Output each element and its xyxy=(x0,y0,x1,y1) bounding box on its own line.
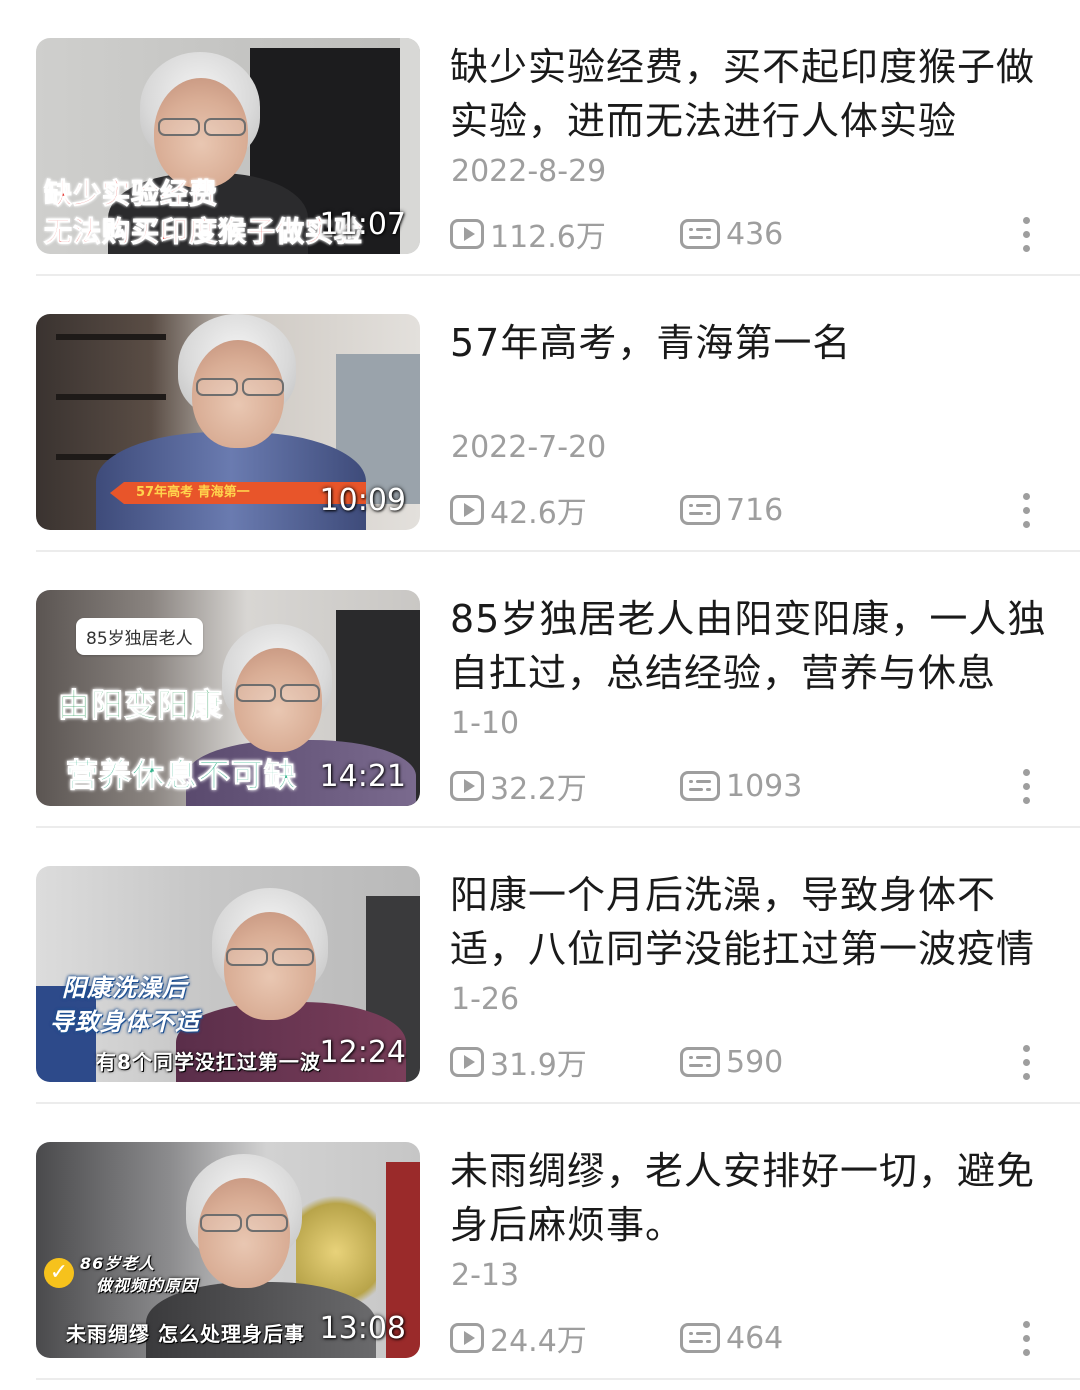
comment-count: 590 xyxy=(680,1040,783,1084)
view-count: 112.6万 xyxy=(450,212,606,256)
danmaku-comment-icon xyxy=(680,771,720,801)
video-title[interactable]: 缺少实验经费，买不起印度猴子做实验，进而无法进行人体实验 xyxy=(450,40,1050,148)
video-stats: 24.4万 464 xyxy=(450,1316,1050,1360)
thumbnail-caption: 阳康洗澡后 xyxy=(62,974,187,1002)
danmaku-comment-icon xyxy=(680,1323,720,1353)
video-title[interactable]: 未雨绸缪，老人安排好一切，避免身后麻烦事。 xyxy=(450,1144,1050,1252)
thumbnail-caption: 由阳变阳康 xyxy=(57,686,224,725)
view-count: 24.4万 xyxy=(450,1316,587,1360)
comment-count: 436 xyxy=(680,212,783,256)
video-duration: 14:21 xyxy=(319,759,406,794)
view-count: 31.9万 xyxy=(450,1040,587,1084)
video-stats: 112.6万 436 xyxy=(450,212,1050,256)
thumbnail-caption: 导致身体不适 xyxy=(50,1008,200,1036)
thumbnail-caption: 做视频的原因 xyxy=(96,1276,199,1295)
video-date: 1-26 xyxy=(451,982,520,1017)
video-thumbnail[interactable]: 85岁独居老人 由阳变阳康 营养休息不可缺 14:21 xyxy=(36,590,420,806)
video-duration: 10:09 xyxy=(319,483,406,518)
danmaku-comment-icon xyxy=(680,1047,720,1077)
comment-count: 464 xyxy=(680,1316,783,1360)
more-vertical-icon[interactable] xyxy=(1014,488,1038,532)
thumbnail-caption: 营养休息不可缺 xyxy=(65,756,298,795)
video-thumbnail[interactable]: 阳康洗澡后 导致身体不适 有8个同学没扛过第一波 12:24 xyxy=(36,866,420,1082)
more-vertical-icon[interactable] xyxy=(1014,212,1038,256)
view-count-value: 112.6万 xyxy=(490,220,606,255)
more-vertical-icon[interactable] xyxy=(1014,764,1038,808)
view-count-value: 42.6万 xyxy=(490,496,587,531)
video-date: 2-13 xyxy=(451,1258,520,1293)
video-duration: 12:24 xyxy=(319,1035,406,1070)
video-date: 2022-8-29 xyxy=(451,154,607,189)
thumbnail-caption: 85岁独居老人 xyxy=(76,618,203,655)
view-count-value: 24.4万 xyxy=(490,1324,587,1359)
video-date: 1-10 xyxy=(451,706,520,741)
danmaku-comment-icon xyxy=(680,495,720,525)
video-duration: 11:07 xyxy=(319,207,406,242)
video-thumbnail[interactable]: ✓ 86岁老人 做视频的原因 未雨绸缪 怎么处理身后事 13:08 xyxy=(36,1142,420,1358)
video-thumbnail[interactable]: 57年高考 青海第一 10:09 xyxy=(36,314,420,530)
comment-count-value: 716 xyxy=(726,492,784,528)
video-duration: 13:08 xyxy=(319,1311,406,1346)
play-count-icon xyxy=(450,219,484,249)
view-count-value: 31.9万 xyxy=(490,1048,587,1083)
comment-count: 716 xyxy=(680,488,783,532)
comment-count: 1093 xyxy=(680,764,802,808)
play-count-icon xyxy=(450,1047,484,1077)
video-thumbnail[interactable]: 缺少实验经费 无法购买印度猴子做实验 11:07 xyxy=(36,38,420,254)
video-stats: 32.2万 1093 xyxy=(450,764,1050,808)
comment-count-value: 436 xyxy=(726,216,784,252)
video-list-item[interactable]: 阳康洗澡后 导致身体不适 有8个同学没扛过第一波 12:24 阳康一个月后洗澡，… xyxy=(0,828,1080,1104)
comment-count-value: 590 xyxy=(726,1044,784,1080)
video-stats: 31.9万 590 xyxy=(450,1040,1050,1084)
video-title[interactable]: 阳康一个月后洗澡，导致身体不适，八位同学没能扛过第一波疫情 xyxy=(450,868,1050,976)
thumbnail-caption: 缺少实验经费 xyxy=(43,177,219,211)
video-title[interactable]: 85岁独居老人由阳变阳康，一人独自扛过，总结经验，营养与休息 xyxy=(450,592,1050,700)
divider xyxy=(36,1378,1080,1380)
view-count-value: 32.2万 xyxy=(490,772,587,807)
video-date: 2022-7-20 xyxy=(451,430,607,465)
thumbnail-caption: 有8个同学没扛过第一波 xyxy=(96,1050,321,1074)
comment-count-value: 1093 xyxy=(726,768,803,804)
play-count-icon xyxy=(450,771,484,801)
video-list-item[interactable]: 57年高考 青海第一 10:09 57年高考，青海第一名 2022-7-20 4… xyxy=(0,276,1080,552)
play-count-icon xyxy=(450,495,484,525)
video-list: 缺少实验经费 无法购买印度猴子做实验 11:07 缺少实验经费，买不起印度猴子做… xyxy=(0,0,1080,1380)
video-stats: 42.6万 716 xyxy=(450,488,1050,532)
comment-count-value: 464 xyxy=(726,1320,784,1356)
thumbnail-caption: 86岁老人 xyxy=(80,1254,156,1273)
view-count: 42.6万 xyxy=(450,488,587,532)
more-vertical-icon[interactable] xyxy=(1014,1040,1038,1084)
thumbnail-caption: 未雨绸缪 怎么处理身后事 xyxy=(66,1322,305,1346)
video-title[interactable]: 57年高考，青海第一名 xyxy=(450,316,1050,370)
video-list-item[interactable]: 85岁独居老人 由阳变阳康 营养休息不可缺 14:21 85岁独居老人由阳变阳康… xyxy=(0,552,1080,828)
view-count: 32.2万 xyxy=(450,764,587,808)
video-list-item[interactable]: ✓ 86岁老人 做视频的原因 未雨绸缪 怎么处理身后事 13:08 未雨绸缪，老… xyxy=(0,1104,1080,1380)
thumbnail-caption: 无法购买印度猴子做实验 xyxy=(43,215,364,249)
check-icon: ✓ xyxy=(44,1258,74,1288)
video-list-item[interactable]: 缺少实验经费 无法购买印度猴子做实验 11:07 缺少实验经费，买不起印度猴子做… xyxy=(0,0,1080,276)
danmaku-comment-icon xyxy=(680,219,720,249)
more-vertical-icon[interactable] xyxy=(1014,1316,1038,1360)
play-count-icon xyxy=(450,1323,484,1353)
